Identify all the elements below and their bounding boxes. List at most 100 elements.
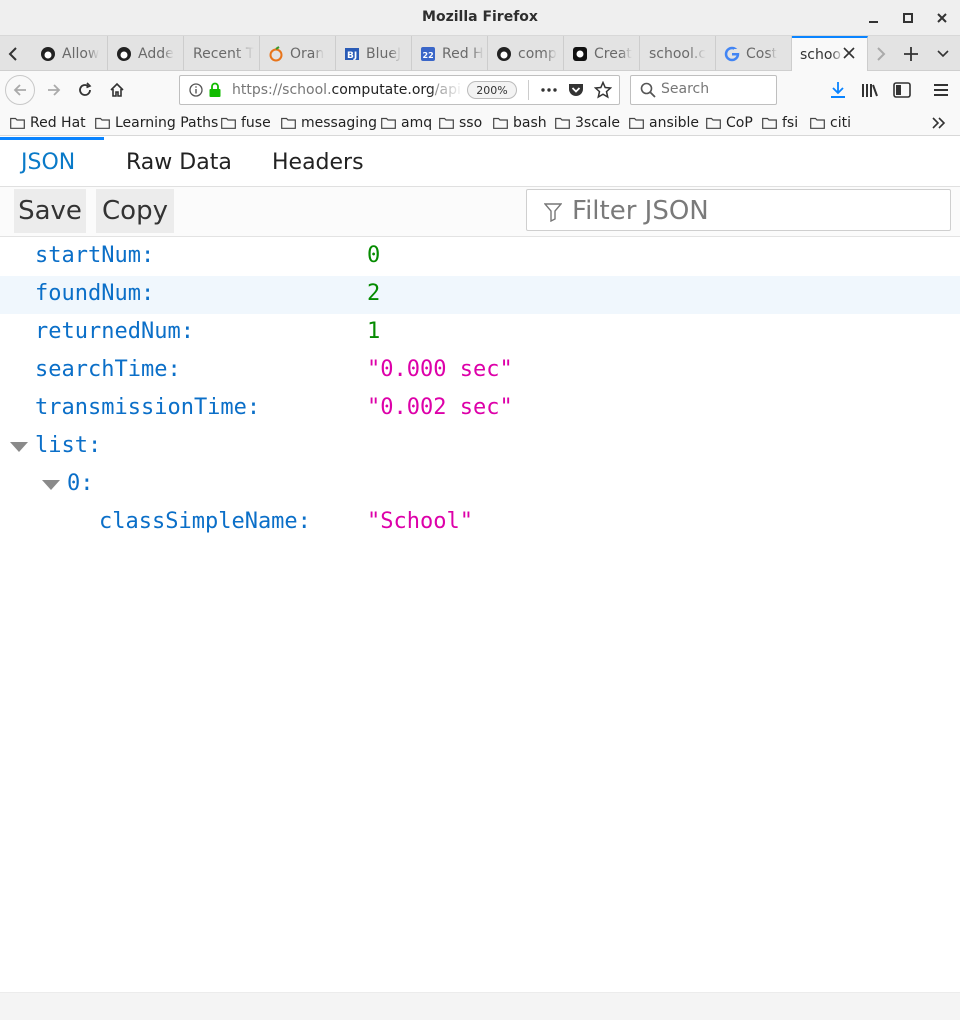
json-row-classsimplename[interactable]: classSimpleName: "School" [0,504,960,542]
home-icon [110,82,124,97]
tab-allow[interactable]: Allow [32,36,108,71]
json-value: 0 [367,243,381,268]
info-icon[interactable] [189,83,203,101]
scroll-tabs-right-button[interactable] [868,36,894,71]
reload-icon [79,82,92,96]
chevron-left-icon [8,46,17,61]
reload-button[interactable] [71,76,99,104]
json-action-bar: Save Copy [0,187,960,237]
bookmark-star-button[interactable] [593,80,613,103]
json-value: "0.000 sec" [367,357,513,382]
star-icon [593,80,613,99]
app-icon [572,46,588,62]
json-row-searchtime[interactable]: searchTime: "0.000 sec" [0,352,960,390]
json-key: list: [35,433,102,458]
copy-button[interactable]: Copy [96,189,174,233]
filter-json-input[interactable] [572,196,942,226]
bookmark-bash[interactable]: bash [493,113,547,133]
forward-button[interactable] [40,76,68,104]
close-icon [843,47,855,59]
json-row-returnednum[interactable]: returnedNum: 1 [0,314,960,352]
bookmark-red-hat[interactable]: Red Hat [10,113,86,133]
bookmark-amq[interactable]: amq [381,113,432,133]
bookmark-label: CoP [726,115,753,131]
json-row-foundnum[interactable]: foundNum: 2 [0,276,960,314]
list-all-tabs-button[interactable] [930,36,956,71]
home-button[interactable] [103,76,131,104]
new-tab-button[interactable] [898,36,924,71]
bookmark-label: Red Hat [30,115,86,131]
close-window-button[interactable] [932,8,952,28]
close-icon [937,13,947,23]
navigation-toolbar: https://school.computate.org/api 200% [0,71,960,109]
tab-raw-data[interactable]: Raw Data [126,137,232,187]
tab-school-c[interactable]: school.c [640,36,716,71]
json-row-list[interactable]: list: [0,428,960,466]
filter-icon [543,202,563,226]
json-row-list-0[interactable]: 0: [0,466,960,504]
folder-icon [281,117,296,129]
sidebar-toggle-button[interactable] [888,76,916,104]
close-tab-button[interactable] [842,46,856,64]
expand-triangle-icon[interactable] [10,442,28,452]
search-input[interactable] [661,81,771,97]
bookmark-learning-paths[interactable]: Learning Paths [95,113,218,133]
bookmark-cop[interactable]: CoP [706,113,753,133]
scroll-tabs-left-button[interactable] [0,36,26,71]
bottom-bar [0,992,960,1020]
expand-triangle-icon[interactable] [42,480,60,490]
arrow-right-icon [48,84,61,96]
url-suffix: /api [434,82,461,98]
tab-recent[interactable]: Recent T [184,36,260,71]
tab-red-h[interactable]: 22 Red H [412,36,488,71]
json-key: foundNum: [35,281,155,306]
search-bar[interactable] [630,75,777,105]
tab-cost[interactable]: Cost [716,36,792,71]
tab-comp[interactable]: comp [488,36,564,71]
tab-label: Allow [62,45,100,62]
json-row-transmissiontime[interactable]: transmissionTime: "0.002 sec" [0,390,960,428]
downloads-button[interactable] [824,76,852,104]
bookmark-fuse[interactable]: fuse [221,113,271,133]
tab-school-active[interactable]: schoo [792,36,868,71]
pocket-button[interactable] [567,81,585,103]
tab-headers[interactable]: Headers [272,137,364,187]
bookmark-citi[interactable]: citi [810,113,851,133]
bookmark-3scale[interactable]: 3scale [555,113,620,133]
folder-icon [95,117,110,129]
plus-icon [904,46,918,61]
minimize-button[interactable] [864,8,884,28]
tab-creat[interactable]: Creat [564,36,640,71]
json-key: startNum: [35,243,155,268]
window-titlebar: Mozilla Firefox [0,0,960,36]
tab-adde[interactable]: Adde [108,36,184,71]
bookmark-label: amq [401,115,433,131]
svg-text:BJ: BJ [347,51,357,61]
bookmark-label: fuse [241,115,271,131]
tab-orange[interactable]: Oran [260,36,336,71]
bookmark-fsi[interactable]: fsi [762,113,798,133]
tab-label: Oran [290,45,325,62]
bookmarks-overflow-button[interactable] [931,113,947,133]
url-bar[interactable]: https://school.computate.org/api 200% [179,75,620,105]
lock-icon[interactable] [208,82,222,102]
tab-bluej[interactable]: BJ BlueJ [336,36,412,71]
folder-icon [221,117,236,129]
library-button[interactable] [856,76,884,104]
save-button[interactable]: Save [14,189,86,233]
tab-label: BlueJ [366,45,402,62]
tab-json[interactable]: JSON [21,137,75,187]
filter-json-box[interactable] [526,189,951,231]
maximize-button[interactable] [898,8,918,28]
bookmark-ansible[interactable]: ansible [629,113,699,133]
bookmark-sso[interactable]: sso [439,113,482,133]
page-actions-button[interactable] [540,80,558,104]
zoom-reset-button[interactable]: 200% [467,81,517,99]
url-text[interactable]: https://school.computate.org/api [232,82,464,98]
json-value: "0.002 sec" [367,395,513,420]
back-button[interactable] [5,75,35,105]
open-menu-button[interactable] [927,76,955,104]
json-row-startnum[interactable]: startNum: 0 [0,238,960,276]
bookmark-label: 3scale [575,115,620,131]
bookmark-messaging[interactable]: messaging [281,113,377,133]
